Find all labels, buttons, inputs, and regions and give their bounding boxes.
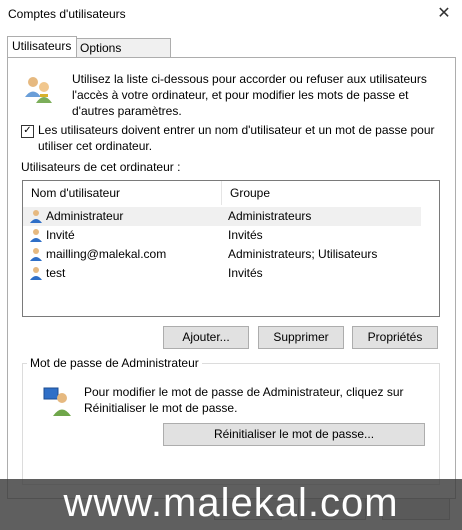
require-login-checkbox[interactable]: ✓ bbox=[21, 125, 34, 138]
row-group: Administrateurs; Utilisateurs bbox=[228, 247, 378, 261]
row-group: Invités bbox=[228, 228, 263, 242]
user-icon bbox=[30, 267, 42, 280]
tab-panel-users: Utilisez la liste ci-dessous pour accord… bbox=[7, 57, 456, 499]
window-title: Comptes d'utilisateurs bbox=[8, 7, 126, 21]
users-icon bbox=[25, 77, 52, 103]
properties-button[interactable]: Propriétés bbox=[352, 326, 438, 349]
row-username: Administrateur bbox=[46, 209, 124, 223]
table-row[interactable]: mailling@malekal.com Administrateurs; Ut… bbox=[23, 245, 421, 264]
admin-password-group-title: Mot de passe de Administrateur bbox=[27, 356, 202, 370]
row-username: mailling@malekal.com bbox=[46, 247, 167, 261]
listview-header: Nom d'utilisateur Groupe bbox=[23, 181, 439, 205]
table-row[interactable]: Administrateur Administrateurs bbox=[23, 207, 421, 226]
admin-password-text: Pour modifier le mot de passe de Adminis… bbox=[84, 385, 404, 415]
users-listview[interactable]: Nom d'utilisateur Groupe Administrateur … bbox=[22, 180, 440, 317]
user-icon bbox=[30, 248, 42, 261]
row-username: test bbox=[46, 266, 66, 280]
close-icon[interactable]: ✕ bbox=[432, 2, 456, 26]
admin-user-icon bbox=[43, 387, 71, 416]
reset-password-button[interactable]: Réinitialiser le mot de passe... bbox=[163, 423, 425, 446]
table-row[interactable]: test Invités bbox=[23, 264, 421, 283]
title-bar: Comptes d'utilisateurs ✕ bbox=[0, 0, 462, 30]
users-list-caption: Utilisateurs de cet ordinateur : bbox=[21, 160, 181, 174]
column-header-group[interactable]: Groupe bbox=[221, 181, 440, 205]
user-icon bbox=[30, 229, 42, 242]
column-header-username[interactable]: Nom d'utilisateur bbox=[23, 181, 221, 205]
row-group: Administrateurs bbox=[228, 209, 312, 223]
tab-options-avancees[interactable]: Options avancées bbox=[75, 38, 171, 73]
remove-user-button[interactable]: Supprimer bbox=[258, 326, 344, 349]
intro-text: Utilisez la liste ci-dessous pour accord… bbox=[72, 72, 427, 118]
table-row[interactable]: Invité Invités bbox=[23, 226, 421, 245]
require-login-label[interactable]: Les utilisateurs doivent entrer un nom d… bbox=[38, 122, 448, 154]
user-icon bbox=[30, 210, 42, 223]
watermark-text: www.malekal.com bbox=[63, 481, 399, 525]
add-user-button[interactable]: Ajouter... bbox=[163, 326, 249, 349]
row-username: Invité bbox=[46, 228, 75, 242]
row-group: Invités bbox=[228, 266, 263, 280]
tab-utilisateurs[interactable]: Utilisateurs bbox=[7, 36, 77, 57]
